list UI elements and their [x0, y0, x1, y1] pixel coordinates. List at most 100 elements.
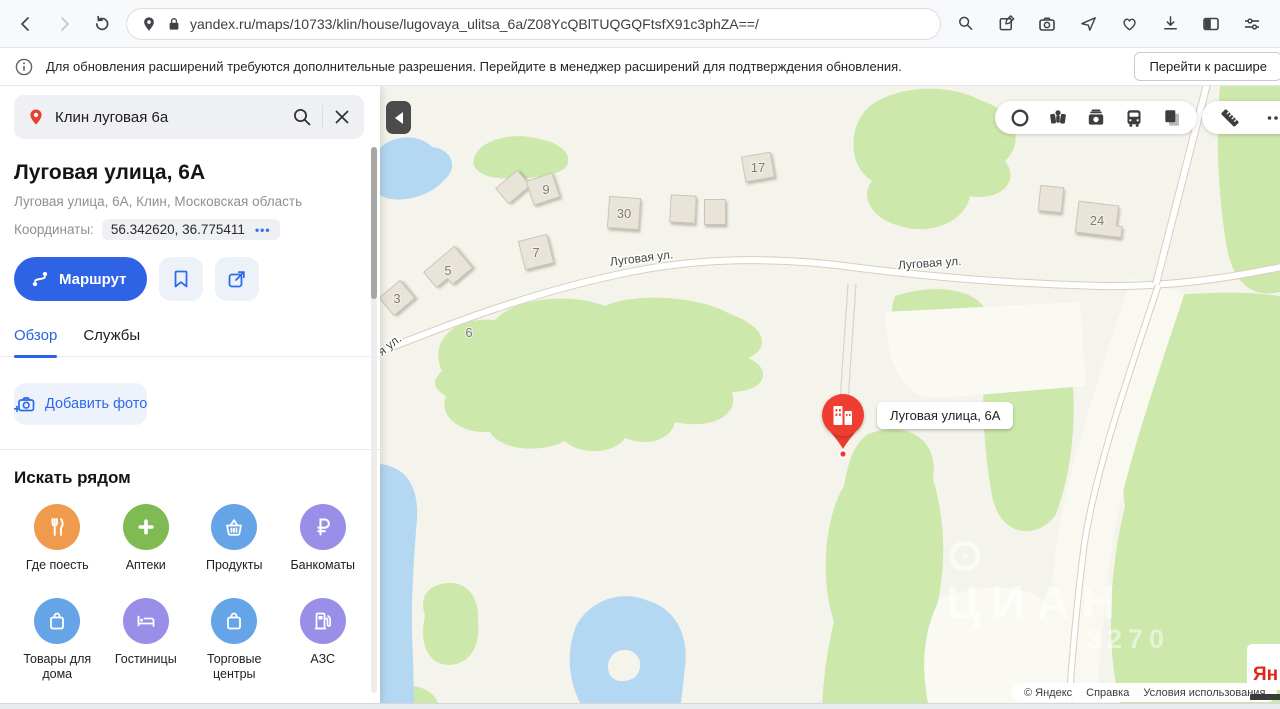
category-restaurants[interactable]: Где поесть: [14, 504, 101, 574]
map-area: 9 30 17 7 5 3 24 6 Луговая ул. Луговая у…: [380, 86, 1280, 703]
content-area: 9 30 17 7 5 3 24 6 Луговая ул. Луговая у…: [0, 86, 1280, 703]
search-submit-button[interactable]: [291, 106, 313, 128]
svg-text:3: 3: [393, 291, 400, 306]
map-type-button[interactable]: [1009, 107, 1031, 129]
clear-search-button[interactable]: [332, 107, 352, 127]
svg-text:Луговая улица, 6А: Луговая улица, 6А: [890, 408, 1001, 423]
tab-bar: Обзор Службы: [0, 327, 380, 358]
category-malls[interactable]: Торговые центры: [191, 597, 278, 683]
route-button[interactable]: Маршрут: [14, 257, 147, 301]
ruler-icon: [1221, 108, 1239, 127]
route-icon: [32, 271, 48, 287]
favorites-button[interactable]: [1115, 10, 1143, 38]
svg-text:24: 24: [1090, 213, 1104, 228]
category-home-goods[interactable]: Товары для дома: [14, 597, 101, 683]
lock-icon: [169, 17, 179, 30]
svg-text:ЦИАН: ЦИАН: [946, 576, 1127, 628]
category-atms[interactable]: Банкоматы: [280, 504, 367, 574]
fuel-pump-icon: [314, 612, 331, 629]
back-icon: [21, 16, 29, 31]
search-icon: [294, 109, 311, 126]
terms-link[interactable]: Условия использования: [1143, 687, 1265, 699]
svg-text:3270: 3270: [1086, 624, 1170, 654]
shopping-bag-icon: [50, 612, 65, 630]
forward-button[interactable]: [50, 10, 78, 38]
search-input[interactable]: [55, 108, 282, 126]
yandex-logo-fragment: Ян: [1247, 644, 1280, 690]
coordinates-label: Координаты:: [14, 222, 94, 237]
category-gas-stations[interactable]: АЗС: [280, 597, 367, 683]
refresh-button[interactable]: [88, 10, 116, 38]
svg-text:17: 17: [751, 160, 765, 175]
share-place-button[interactable]: [214, 257, 259, 301]
svg-text:9: 9: [542, 182, 549, 197]
extension-notice-bar: Для обновления расширений требуются допо…: [0, 48, 1280, 86]
photos-button[interactable]: [1085, 107, 1107, 129]
download-icon: [1163, 16, 1177, 30]
svg-text:7: 7: [532, 245, 539, 260]
category-hotels[interactable]: Гостиницы: [103, 597, 190, 683]
layers-button[interactable]: [1161, 107, 1183, 129]
info-icon: [15, 58, 33, 75]
category-grid: Где поесть Аптеки Продукты Банкоматы Тов: [14, 504, 366, 683]
actions-row: Маршрут: [14, 257, 366, 301]
bookmark-icon: [174, 270, 187, 288]
help-link[interactable]: Справка: [1086, 687, 1129, 699]
tab-overview[interactable]: Обзор: [14, 327, 58, 358]
forward-icon: [61, 16, 69, 31]
layers-icon: [1165, 109, 1179, 126]
category-groceries[interactable]: Продукты: [191, 504, 278, 574]
map-canvas[interactable]: 9 30 17 7 5 3 24 6 Луговая ул. Луговая у…: [380, 86, 1280, 703]
split-screen-button[interactable]: [1197, 10, 1225, 38]
page-title: Луговая улица, 6А: [14, 161, 206, 184]
find-icon: [958, 16, 972, 30]
settings-sliders-icon: [1245, 17, 1259, 30]
share-icon: [1080, 17, 1096, 31]
screenshot-button[interactable]: [1033, 10, 1061, 38]
find-button[interactable]: [951, 10, 979, 38]
add-photo-button[interactable]: Добавить фото: [14, 383, 148, 425]
pin-label[interactable]: Луговая улица, 6А: [877, 402, 1013, 429]
map-type-icon: [1011, 109, 1029, 126]
transport-button[interactable]: [1123, 107, 1145, 129]
panoramas-button[interactable]: [1047, 107, 1069, 129]
search-box[interactable]: [14, 95, 364, 139]
sidebar: Луговая улица, 6А Луговая улица, 6А, Кли…: [0, 86, 380, 703]
settings-button[interactable]: [1238, 10, 1266, 38]
coordinates-chip[interactable]: 56.342620, 36.775411 •••: [101, 219, 280, 240]
more-tools-button[interactable]: [1265, 107, 1280, 129]
add-photo-camera-icon: [14, 397, 35, 412]
notice-message: Для обновления расширений требуются допо…: [46, 59, 902, 74]
svg-text:6: 6: [465, 325, 472, 340]
coords-more-button[interactable]: •••: [255, 223, 271, 237]
category-pharmacies[interactable]: Аптеки: [103, 504, 190, 574]
web-capture-icon: [999, 15, 1014, 31]
chevron-left-icon: [394, 111, 403, 124]
bookmark-button[interactable]: [158, 257, 203, 301]
basket-icon: [226, 519, 243, 536]
divider: [322, 105, 323, 129]
sidebar-scrollbar-thumb[interactable]: [371, 147, 377, 299]
browser-action-icons: [951, 10, 1268, 38]
web-capture-button[interactable]: [992, 10, 1020, 38]
photos-camera-icon: [1088, 109, 1104, 125]
copyright-text: © Яндекс: [1024, 686, 1073, 699]
coordinates-row: Координаты: 56.342620, 36.775411 •••: [14, 219, 366, 240]
plus-icon: [138, 519, 154, 535]
svg-text:5: 5: [444, 263, 451, 278]
map-extra-pill: [1202, 101, 1280, 134]
tab-services[interactable]: Службы: [83, 327, 140, 356]
collapse-sidebar-button[interactable]: [386, 101, 411, 134]
bed-icon: [137, 615, 155, 627]
back-button[interactable]: [12, 10, 40, 38]
panoramas-icon: [1050, 109, 1066, 124]
go-to-extensions-button[interactable]: Перейти к расшире: [1134, 52, 1280, 81]
downloads-button[interactable]: [1156, 10, 1184, 38]
bus-icon: [1127, 109, 1141, 127]
ruler-button[interactable]: [1219, 107, 1241, 129]
url-text: yandex.ru/maps/10733/klin/house/lugovaya…: [190, 15, 759, 32]
share-button[interactable]: [1074, 10, 1102, 38]
refresh-icon: [95, 15, 109, 30]
scale-bar-fragment: [1250, 694, 1280, 700]
address-bar[interactable]: yandex.ru/maps/10733/klin/house/lugovaya…: [126, 7, 941, 40]
